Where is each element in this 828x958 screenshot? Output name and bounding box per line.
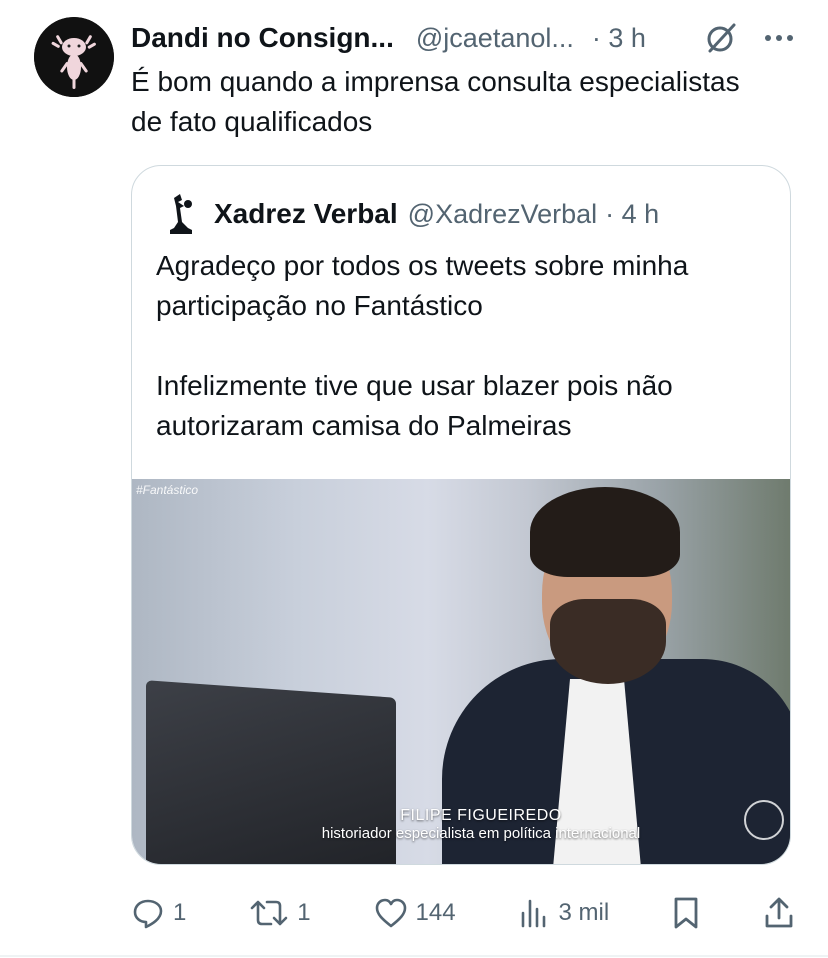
views-count: 3 mil	[558, 899, 610, 926]
tweet-actions: 1 1 144 3 mil	[131, 888, 795, 938]
like-button[interactable]: 144	[374, 897, 456, 929]
quoted-paragraph-1: Agradeço por todos os tweets sobre minha…	[156, 250, 689, 321]
quoted-media-image[interactable]: #Fantástico FILIPE FIGUEIREDO historiado…	[132, 479, 790, 864]
author-avatar[interactable]	[34, 17, 114, 97]
share-button[interactable]	[763, 896, 795, 930]
views-button[interactable]: 3 mil	[518, 897, 609, 929]
person-beard	[550, 599, 666, 684]
retweet-button[interactable]: 1	[249, 896, 311, 930]
tv-logo-icon	[744, 800, 784, 840]
caption-role: historiador especialista em política int…	[321, 825, 641, 842]
tweet-header: Dandi no Consign... @jcaetanol... · 3 h	[131, 18, 794, 58]
media-hashtag: #Fantástico	[136, 483, 199, 497]
tweet-text: É bom quando a imprensa consulta especia…	[131, 66, 740, 137]
reply-icon	[133, 899, 163, 929]
quoted-tweet-time[interactable]: · 4 h	[605, 199, 659, 230]
author-handle[interactable]: @jcaetanol...	[416, 23, 574, 54]
bookmark-icon	[674, 897, 698, 929]
media-caption: FILIPE FIGUEIREDO historiador especialis…	[132, 807, 790, 842]
divider	[0, 955, 828, 957]
person-hair	[530, 487, 680, 577]
axolotl-avatar-icon	[34, 17, 114, 97]
caption-name: FILIPE FIGUEIREDO	[400, 807, 562, 824]
chess-piece-avatar-icon	[164, 192, 200, 236]
bookmark-button[interactable]	[672, 896, 700, 930]
tweet-time[interactable]: · 3 h	[592, 23, 646, 54]
retweet-count: 1	[297, 899, 311, 926]
quoted-author-name[interactable]: Xadrez Verbal	[214, 198, 398, 230]
share-icon	[765, 897, 793, 928]
reply-count: 1	[173, 899, 187, 926]
retweet-icon	[250, 900, 288, 926]
reply-button[interactable]: 1	[131, 896, 186, 930]
like-count: 144	[415, 899, 456, 926]
quoted-author-handle[interactable]: @XadrezVerbal	[408, 199, 598, 230]
author-name[interactable]: Dandi no Consign...	[131, 22, 394, 54]
quoted-tweet[interactable]: Xadrez Verbal @XadrezVerbal · 4 h Agrade…	[131, 165, 791, 865]
quoted-tweet-header: Xadrez Verbal @XadrezVerbal · 4 h	[164, 194, 770, 234]
quoted-paragraph-2: Infelizmente tive que usar blazer pois n…	[156, 370, 673, 441]
grok-icon[interactable]	[704, 21, 738, 55]
heart-icon	[375, 898, 406, 928]
more-options-icon[interactable]	[764, 33, 794, 43]
views-chart-icon	[522, 899, 546, 928]
quoted-tweet-text: Agradeço por todos os tweets sobre minha…	[156, 246, 776, 446]
